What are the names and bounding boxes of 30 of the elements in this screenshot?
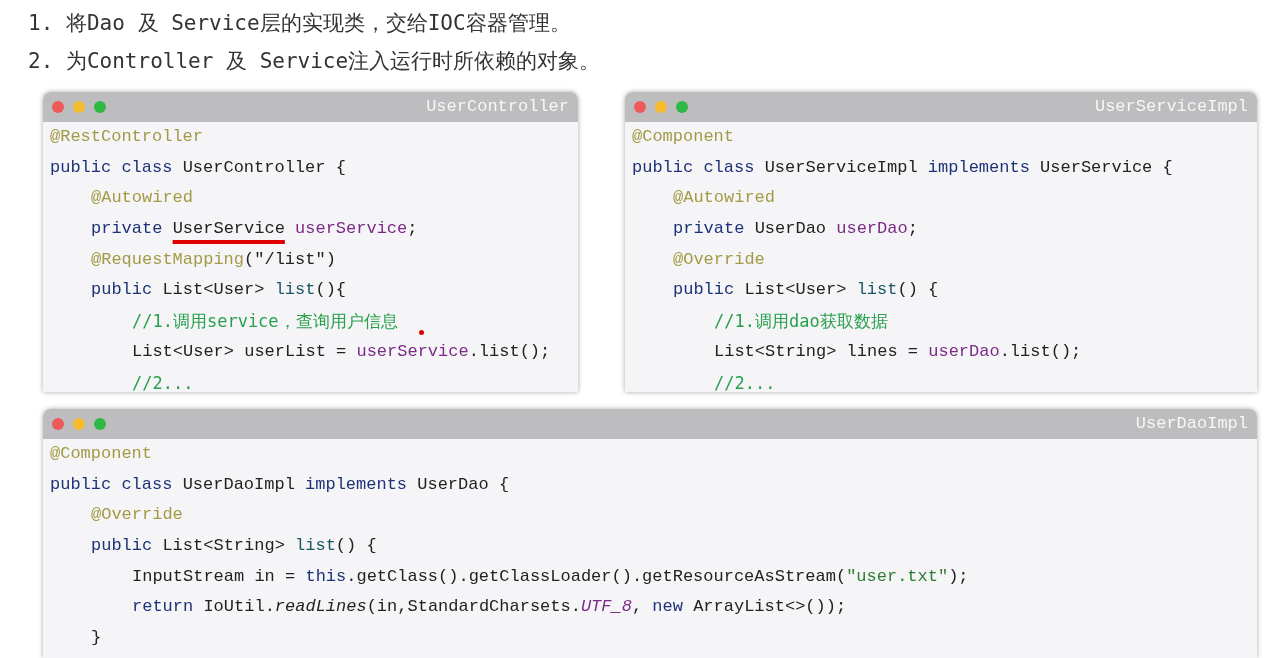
code-line: @Autowired [90, 187, 195, 210]
code-line: //1.调用dao获取数据 [713, 310, 889, 334]
code-line: //2... [131, 371, 195, 392]
code-line: private UserDao userDao; [672, 218, 919, 241]
code-line: } [90, 627, 103, 650]
code-line: InputStream in = this.getClass().getClassLoader().getResourceAsStream("user.txt"); [131, 565, 970, 588]
code-line: //1.调用service，查询用户信息 [131, 310, 399, 334]
code-line: @Component [632, 126, 736, 148]
code-line: public List<String> list() { [90, 535, 378, 558]
code-line: @RestController [50, 126, 205, 148]
code-line: @Override [90, 504, 184, 527]
code-line: @RequestMapping("/list") [90, 248, 337, 271]
code-line: public class UserServiceImpl implements UserService { [632, 156, 1174, 179]
code-line: @Override [672, 248, 766, 271]
code-line: return IoUtil.readLines(in,StandardCharsets.UTF_8, new ArrayList<>()); [131, 596, 848, 619]
code-line: List<User> userList = userService.list(); [131, 340, 552, 363]
code-line: //2... [713, 371, 777, 392]
instruction-text: 2. 为Controller 及 Service注入运行时所依赖的对象。 [28, 48, 602, 75]
code-line: public List<User> list(){ [90, 279, 348, 302]
code-line: public class UserController { [50, 156, 347, 179]
code-line: @Component [50, 443, 154, 465]
window-title: UserController [426, 96, 569, 119]
code-line: List<String> lines = userDao.list(); [713, 340, 1083, 363]
code-line: public List<User> list() { [672, 279, 940, 302]
window-title: UserServiceImpl [1094, 96, 1248, 119]
code-line: @Autowired [672, 187, 777, 210]
code-line: private UserService userService; [90, 218, 419, 241]
code-line: public class UserDaoImpl implements UserDao { [50, 473, 511, 496]
instruction-text: 1. 将Dao 及 Service层的实现类，交给IOC容器管理。 [28, 10, 572, 37]
window-title: UserDaoImpl [1135, 413, 1248, 436]
